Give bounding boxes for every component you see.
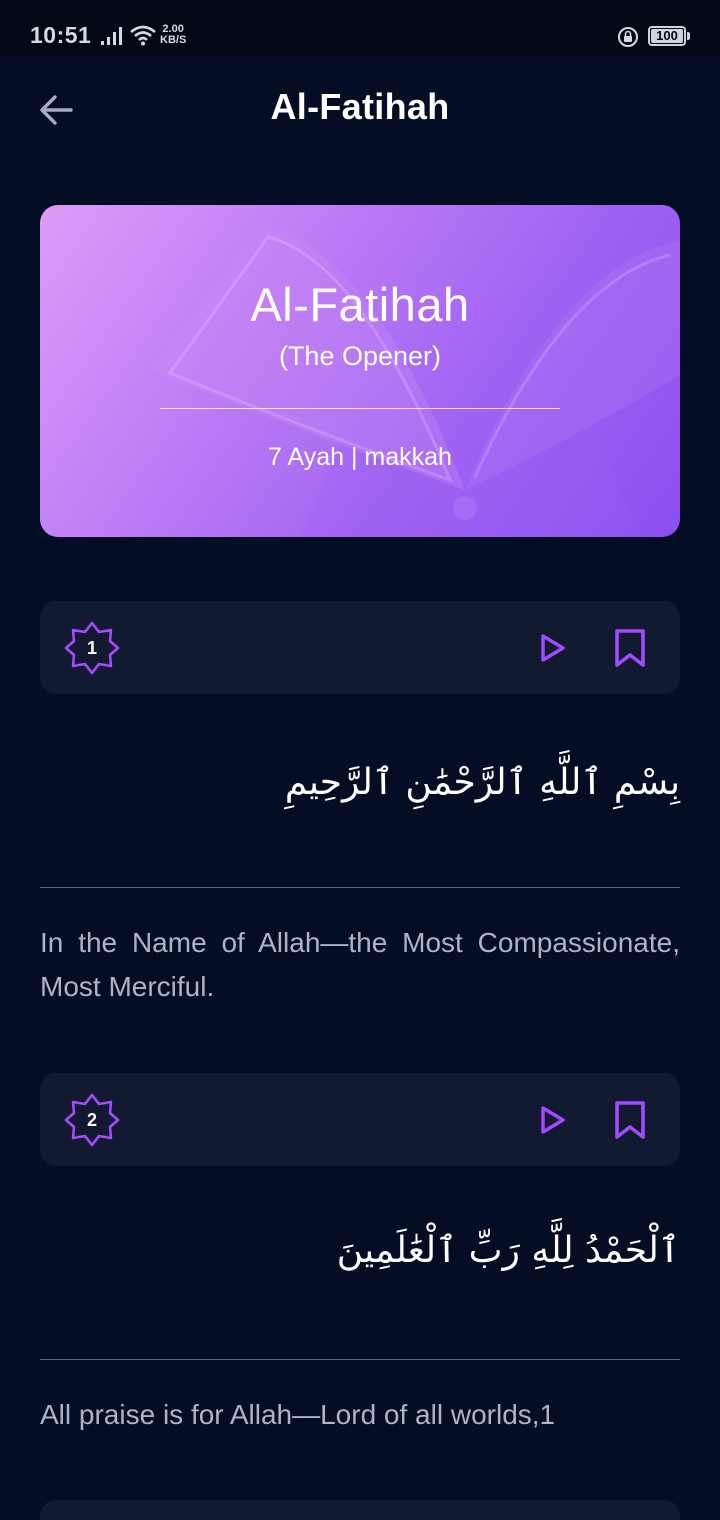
ayah-arabic-text: ٱلْحَمْدُ لِلَّهِ رَبِّ ٱلْعَٰلَمِينَ (336, 1230, 680, 1271)
surah-name: Al-Fatihah (250, 278, 470, 331)
ayah-translation: In the Name of Allah—the Most Compassion… (40, 927, 680, 1002)
play-button[interactable] (536, 631, 570, 665)
surah-meaning: (The Opener) (278, 341, 442, 371)
bookmark-button[interactable] (612, 627, 648, 669)
play-icon (541, 1106, 565, 1134)
wifi-icon (130, 25, 156, 46)
ayah-number: 2 (86, 1110, 97, 1130)
card-divider (160, 408, 560, 409)
ayah-divider (40, 1359, 680, 1360)
network-speed: 2.00 KB/S (160, 24, 186, 46)
ayah-toolbar-next (40, 1500, 680, 1520)
page-title: Al-Fatihah (270, 86, 450, 127)
arrow-left-icon (40, 95, 73, 125)
ayah-translation: All praise is for Allah—Lord of all worl… (40, 1399, 556, 1430)
rotation-lock-icon (618, 27, 638, 47)
ayah-toolbar: 1 (40, 601, 680, 694)
ayah-toolbar: 2 (40, 1073, 680, 1166)
ayah-number: 1 (86, 638, 97, 658)
play-icon (541, 634, 565, 662)
ayah-number-badge: 1 (64, 621, 120, 675)
network-speed-unit: KB/S (160, 34, 187, 46)
battery-percentage: 100 (656, 28, 678, 43)
status-time: 10:51 (30, 22, 92, 48)
surah-banner-card: Al-Fatihah (The Opener) 7 Ayah | makkah (40, 205, 680, 537)
status-bar: 10:51 2.00 KB/S 100 (0, 0, 720, 56)
bookmark-icon (615, 1101, 645, 1139)
surah-detail-screen: 10:51 2.00 KB/S 100 Al-Fatihah Al-Fatiha… (0, 0, 720, 1520)
signal-icon (101, 27, 122, 45)
ayah-divider (40, 887, 680, 888)
ayah-number-badge: 2 (64, 1093, 120, 1147)
bookmark-icon (615, 629, 645, 667)
bookmark-button[interactable] (612, 1099, 648, 1141)
battery-tip (687, 32, 690, 40)
ayah-arabic-text: بِسْمِ ٱللَّهِ ٱلرَّحْمَٰنِ ٱلرَّحِيمِ (284, 762, 680, 803)
back-button[interactable] (34, 88, 78, 132)
surah-info: 7 Ayah | makkah (268, 443, 452, 471)
play-button[interactable] (536, 1103, 570, 1137)
battery-icon: 100 (648, 26, 686, 46)
